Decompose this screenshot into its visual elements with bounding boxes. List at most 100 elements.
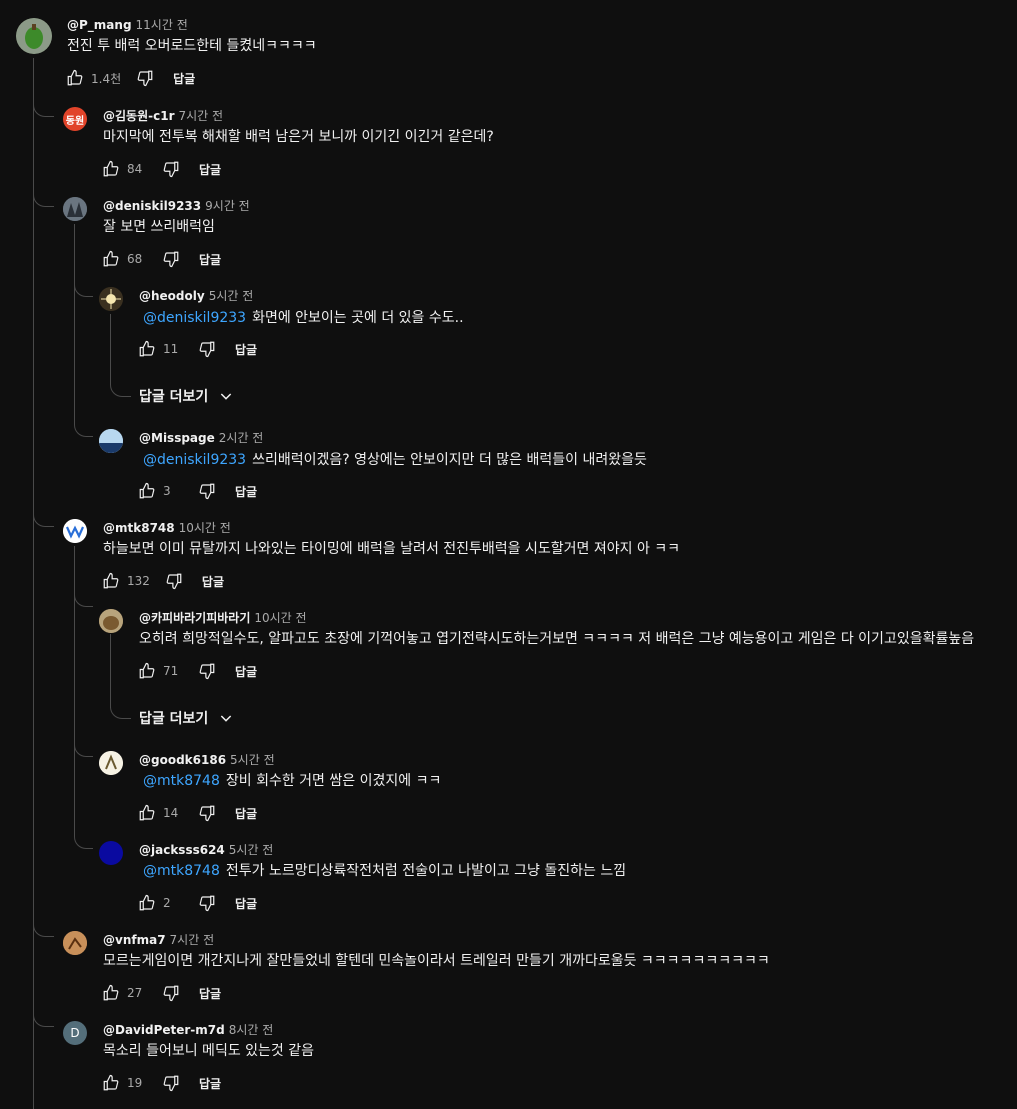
mention-link[interactable]: @deniskil9233 (143, 452, 246, 468)
reply-button[interactable]: 답글 (202, 573, 224, 590)
comment-actions: 11 답글 (135, 337, 257, 361)
author-name[interactable]: @김동원-c1r (103, 109, 174, 123)
dislike-icon[interactable] (159, 247, 183, 271)
like-icon[interactable] (99, 1071, 123, 1095)
comment-time[interactable]: 10시간 전 (179, 521, 231, 535)
like-count: 68 (127, 252, 143, 266)
author-name[interactable]: @mtk8748 (103, 521, 175, 535)
reply-button[interactable]: 답글 (199, 1075, 221, 1092)
author-name[interactable]: @카피바라기피바라기 (139, 611, 250, 625)
author-name[interactable]: @vnfma7 (103, 933, 166, 947)
reply-button[interactable]: 답글 (199, 161, 221, 178)
avatar[interactable] (63, 197, 87, 221)
thread-connector (110, 380, 131, 397)
mention-link[interactable]: @mtk8748 (143, 773, 220, 789)
thread-connector (74, 740, 93, 757)
like-icon[interactable] (135, 337, 159, 361)
avatar[interactable] (63, 931, 87, 955)
author-name[interactable]: @P_mang (67, 18, 132, 32)
like-icon[interactable] (135, 801, 159, 825)
reply-button[interactable]: 답글 (199, 985, 221, 1002)
like-icon[interactable] (135, 891, 159, 915)
like-icon[interactable] (99, 569, 123, 593)
thread-line-sub (74, 224, 75, 424)
like-icon[interactable] (99, 981, 123, 1005)
author-name[interactable]: @deniskil9233 (103, 199, 201, 213)
reply-button[interactable]: 답글 (235, 663, 257, 680)
mention-link[interactable]: @mtk8748 (143, 863, 220, 879)
mention-link[interactable]: @deniskil9233 (143, 310, 246, 326)
dislike-icon[interactable] (195, 801, 219, 825)
author-name[interactable]: @jacksss624 (139, 843, 225, 857)
comment-text: @deniskil9233 쓰리배럭이겠음? 영상에는 안보이지만 더 많은 배럭… (143, 450, 647, 470)
thread-line-root (33, 58, 34, 1109)
thread-connector (110, 702, 131, 719)
more-replies-button[interactable]: 답글 더보기 (139, 386, 234, 406)
like-count: 132 (127, 574, 150, 588)
comment-header: @김동원-c1r 7시간 전 (103, 108, 223, 124)
like-icon[interactable] (99, 247, 123, 271)
comment-time[interactable]: 5시간 전 (229, 843, 274, 857)
avatar[interactable]: 동원 (63, 107, 87, 131)
comment-header: @P_mang 11시간 전 (67, 17, 188, 33)
comment-time[interactable]: 5시간 전 (209, 289, 254, 303)
avatar[interactable] (99, 841, 123, 865)
reply-button[interactable]: 답글 (235, 483, 257, 500)
author-name[interactable]: @Misspage (139, 431, 215, 445)
comment-time[interactable]: 2시간 전 (219, 431, 264, 445)
like-icon[interactable] (63, 66, 87, 90)
reply-button[interactable]: 답글 (173, 70, 195, 87)
thread-connector (33, 1010, 54, 1027)
comment-time[interactable]: 7시간 전 (178, 109, 223, 123)
comment-text: 모르는게임이면 개간지나게 잘만들었네 할텐데 민속놀이라서 트레일러 만들기 … (103, 953, 770, 969)
comment-time[interactable]: 8시간 전 (229, 1023, 274, 1037)
avatar[interactable] (99, 287, 123, 311)
comment-text: 목소리 들어보니 메딕도 있는것 같음 (103, 1043, 314, 1059)
avatar[interactable] (99, 609, 123, 633)
dislike-icon[interactable] (133, 66, 157, 90)
comment-time[interactable]: 7시간 전 (170, 933, 215, 947)
more-replies-button[interactable]: 답글 더보기 (139, 708, 234, 728)
comment-header: @mtk8748 10시간 전 (103, 520, 231, 536)
dislike-icon[interactable] (195, 479, 219, 503)
like-icon[interactable] (135, 479, 159, 503)
comment-actions: 68 답글 (99, 247, 221, 271)
dislike-icon[interactable] (195, 659, 219, 683)
comment-time[interactable]: 9시간 전 (205, 199, 250, 213)
like-icon[interactable] (99, 157, 123, 181)
dislike-icon[interactable] (195, 337, 219, 361)
reply-button[interactable]: 답글 (235, 805, 257, 822)
author-name[interactable]: @DavidPeter-m7d (103, 1023, 225, 1037)
reply-button[interactable]: 답글 (199, 251, 221, 268)
avatar[interactable] (16, 18, 52, 54)
dislike-icon[interactable] (159, 981, 183, 1005)
dislike-icon[interactable] (195, 891, 219, 915)
comment-header: @heodoly 5시간 전 (139, 288, 253, 304)
comment-time[interactable]: 11시간 전 (136, 18, 188, 32)
avatar[interactable] (99, 751, 123, 775)
reply-button[interactable]: 답글 (235, 341, 257, 358)
comment-header: @vnfma7 7시간 전 (103, 932, 214, 948)
dislike-icon[interactable] (159, 1071, 183, 1095)
avatar[interactable] (99, 429, 123, 453)
comment-time[interactable]: 10시간 전 (254, 611, 306, 625)
like-count: 1.4천 (91, 71, 122, 86)
thread-connector (74, 420, 93, 437)
reply-button[interactable]: 답글 (235, 895, 257, 912)
comment-header: @goodk6186 5시간 전 (139, 752, 275, 768)
comment-actions: 19 답글 (99, 1071, 221, 1095)
author-name[interactable]: @heodoly (139, 289, 205, 303)
dislike-icon[interactable] (162, 569, 186, 593)
comment-time[interactable]: 5시간 전 (230, 753, 275, 767)
thread-connector (33, 510, 54, 527)
comment-text-content: 전투가 노르망디상륙작전처럼 전술이고 나발이고 그냥 돌진하는 느낌 (225, 863, 627, 879)
like-count: 19 (127, 1076, 143, 1090)
author-name[interactable]: @goodk6186 (139, 753, 226, 767)
comment-header: @jacksss624 5시간 전 (139, 842, 273, 858)
dislike-icon[interactable] (159, 157, 183, 181)
comment-header: @DavidPeter-m7d 8시간 전 (103, 1022, 273, 1038)
thread-connector (33, 920, 54, 937)
avatar[interactable]: D (63, 1021, 87, 1045)
like-icon[interactable] (135, 659, 159, 683)
avatar[interactable] (63, 519, 87, 543)
